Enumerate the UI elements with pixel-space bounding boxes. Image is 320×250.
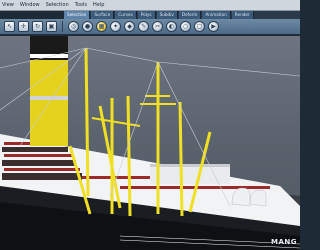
menu-selection[interactable]: Selection — [43, 0, 72, 10]
app-window: View Window Selection Tools Help Selecti… — [0, 0, 300, 250]
rotate-icon[interactable]: ↻ — [32, 21, 43, 32]
shelf-tab-bar: Selection Surface Curves Polys Subdiv De… — [64, 11, 300, 19]
paint-icon[interactable]: ◐ — [166, 21, 177, 32]
shelf-toolbar: ↖ ✛ ↻ ▣ ◎ ● ▦ ✦ ◆ ✎ ✂ ◐ ○ ▢ ▶ — [0, 19, 300, 35]
watermark-text: MANG — [271, 238, 297, 246]
camera-icon[interactable]: ● — [82, 21, 93, 32]
menu-window[interactable]: Window — [17, 0, 43, 10]
menu-bar: View Window Selection Tools Help — [0, 0, 300, 11]
menu-help[interactable]: Help — [90, 0, 107, 10]
tab-selection[interactable]: Selection — [64, 11, 91, 19]
cut-icon[interactable]: ✂ — [152, 21, 163, 32]
ship-model-render — [0, 36, 300, 250]
mesh-icon[interactable]: ◆ — [124, 21, 135, 32]
move-icon[interactable]: ✛ — [18, 21, 29, 32]
cube-icon[interactable]: ▢ — [194, 21, 205, 32]
menu-view[interactable]: View — [0, 0, 17, 10]
tab-deform[interactable]: Deform — [178, 11, 202, 19]
tab-animation[interactable]: Animation — [202, 11, 231, 19]
render-icon[interactable]: ▶ — [208, 21, 219, 32]
light-icon[interactable]: ✦ — [110, 21, 121, 32]
scale-icon[interactable]: ▣ — [46, 21, 57, 32]
brush-icon[interactable]: ✎ — [138, 21, 149, 32]
tab-render[interactable]: Render — [231, 11, 254, 19]
toolbar-separator — [62, 21, 63, 32]
menu-tools[interactable]: Tools — [72, 0, 90, 10]
tab-subdiv[interactable]: Subdiv — [156, 11, 178, 19]
tab-curves[interactable]: Curves — [115, 11, 137, 19]
tab-polys[interactable]: Polys — [137, 11, 156, 19]
grid-icon[interactable]: ▦ — [96, 21, 107, 32]
tab-surface[interactable]: Surface — [91, 11, 115, 19]
viewport-3d[interactable]: MANG — [0, 36, 300, 250]
sphere-icon[interactable]: ○ — [180, 21, 191, 32]
snap-icon[interactable]: ◎ — [68, 21, 79, 32]
select-icon[interactable]: ↖ — [4, 21, 15, 32]
